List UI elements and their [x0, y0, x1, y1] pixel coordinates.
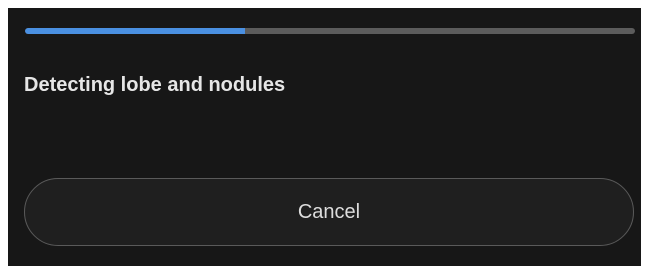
- status-message: Detecting lobe and nodules: [24, 74, 286, 96]
- cancel-button-label: Cancel: [297, 200, 361, 223]
- progress-bar-fill: [25, 28, 245, 34]
- progress-dialog: Detecting lobe and nodules Cancel: [8, 8, 641, 266]
- progress-bar: [25, 28, 635, 34]
- cancel-button[interactable]: Cancel: [24, 178, 634, 246]
